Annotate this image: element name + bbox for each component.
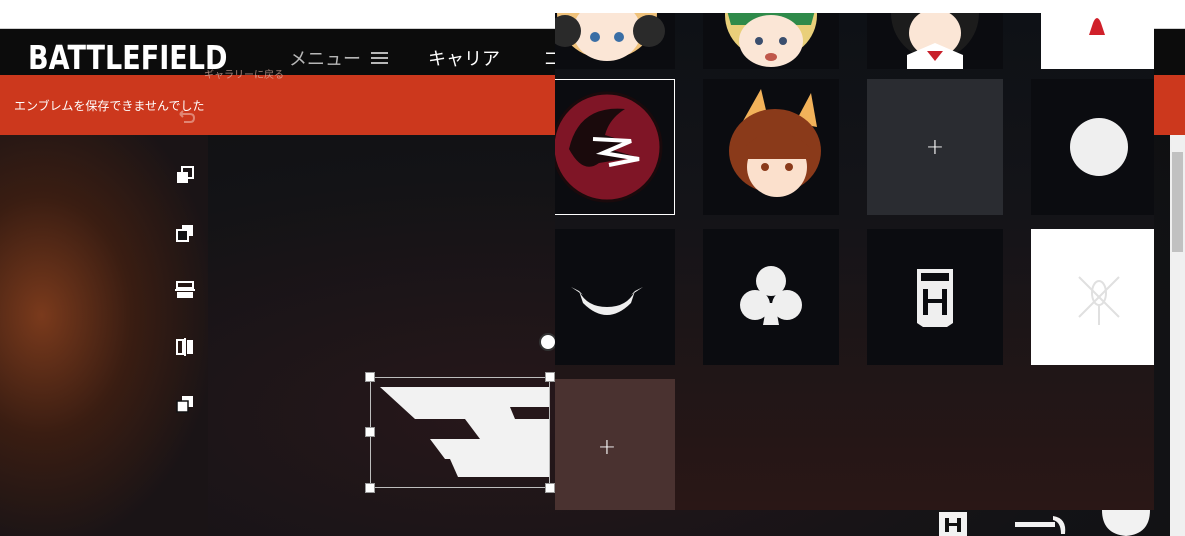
red-figure-icon: [1089, 18, 1105, 35]
error-message: エンブレムを保存できませんでした: [14, 99, 205, 113]
resize-handle-bottom-left[interactable]: [365, 483, 375, 493]
white-circle-icon: [1070, 118, 1128, 176]
emblem-tile-club[interactable]: [703, 229, 839, 365]
nav-menu-button[interactable]: メニュー: [289, 45, 388, 71]
pickaxe-layer-icon[interactable]: [1013, 512, 1069, 536]
flip-vertical-icon[interactable]: [174, 279, 196, 301]
emblem-tile-vest[interactable]: [867, 229, 1003, 365]
emblem-tile-white-circle[interactable]: [1031, 79, 1154, 215]
vest-layer-icon[interactable]: [936, 510, 970, 536]
red-circle-emblem-icon: [555, 91, 663, 203]
emblem-tile-anime-girl-blonde[interactable]: [555, 13, 675, 69]
emblem-editor-screen: BATTLEFIELD メニュー キャリア コ ギャラリーに戻る エンブレムを保…: [0, 0, 1185, 536]
nav-menu-label: メニュー: [289, 49, 361, 70]
anime-girl-blonde-icon: [555, 13, 665, 61]
emblem-library-panel: + +: [555, 13, 1154, 510]
resize-handle-top-left[interactable]: [365, 372, 375, 382]
vest-armor-icon: [917, 269, 953, 327]
anime-girl-dark-icon: [891, 13, 979, 69]
horns-icon: [571, 287, 643, 315]
emblem-tile-helicopter[interactable]: [1031, 229, 1154, 365]
send-to-back-icon[interactable]: [174, 222, 196, 244]
resize-handle-bottom-right[interactable]: [545, 483, 555, 493]
resize-handle-top-right[interactable]: [545, 372, 555, 382]
nav-career-link[interactable]: キャリア: [428, 45, 500, 71]
emblem-add-slot-2[interactable]: +: [555, 379, 675, 510]
emblem-tile-red-circle[interactable]: [555, 79, 675, 215]
emblem-tile-anime-girl-green[interactable]: [703, 13, 839, 69]
selection-box[interactable]: [370, 377, 550, 488]
back-to-gallery-link[interactable]: ギャラリーに戻る: [204, 66, 284, 81]
bring-to-front-icon[interactable]: [174, 164, 196, 186]
fox-girl-icon: [729, 89, 821, 197]
hamburger-icon: [371, 51, 388, 65]
flip-horizontal-icon[interactable]: [174, 336, 196, 358]
emblem-tile-anime-girl-dark[interactable]: [867, 13, 1003, 69]
emblem-add-slot-1[interactable]: +: [867, 79, 1003, 215]
emblem-tile-fox-girl[interactable]: [703, 79, 839, 215]
emblem-tile-horns[interactable]: [555, 229, 675, 365]
resize-handle-left[interactable]: [365, 427, 375, 437]
battlefield-logo[interactable]: BATTLEFIELD: [28, 38, 227, 78]
anime-girl-green-icon: [725, 13, 817, 67]
duplicate-icon[interactable]: [174, 393, 196, 415]
add-icon: +: [597, 434, 617, 460]
emblem-tile-red-figure[interactable]: [1041, 13, 1154, 69]
add-icon: +: [925, 134, 945, 160]
club-suit-icon: [740, 266, 802, 325]
scrollbar-thumb[interactable]: [1172, 152, 1183, 252]
helicopter-icon: [1078, 276, 1120, 325]
nav-next-link[interactable]: コ: [543, 45, 555, 71]
